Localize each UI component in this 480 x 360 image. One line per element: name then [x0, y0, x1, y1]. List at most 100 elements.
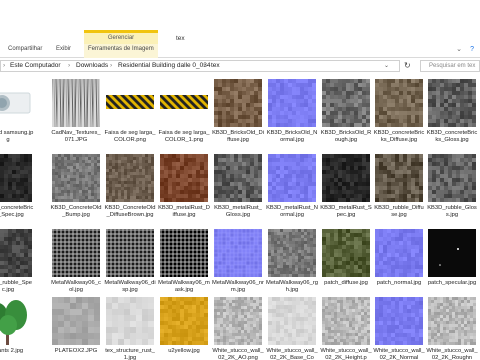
file-item[interactable]: KB3D_metalRust_Gloss.jpg — [212, 154, 264, 226]
file-item[interactable]: PLATEOX2.JPG — [50, 297, 102, 360]
file-thumbnail — [0, 79, 32, 127]
tab-ferramentas-de-imagem[interactable]: Ferramentas de Imagem — [88, 46, 154, 52]
file-item[interactable]: KB3D_BricksOld_Diffuse.jpg — [212, 79, 264, 151]
file-item[interactable]: MetalWalkway06_nrm.jpg — [212, 229, 264, 301]
refresh-icon[interactable]: ↻ — [404, 61, 411, 70]
breadcrumb-tex[interactable]: tex — [211, 62, 220, 69]
file-name: Faixa de seg larga_COLOR_1.png — [158, 130, 210, 143]
file-item[interactable]: Plants 2.jpg — [0, 297, 34, 360]
file-item[interactable]: MetalWalkway06_disp.jpg — [104, 229, 156, 301]
title-bar — [0, 0, 480, 44]
file-thumbnail — [0, 154, 32, 202]
file-item[interactable]: KB3D_rubble_Spec.jpg — [0, 229, 34, 301]
file-name: KB3D_concreteBricks_Gloss.jpg — [426, 130, 478, 143]
chevron-down-icon[interactable]: ⌄ — [456, 45, 462, 53]
tab-gerenciar-label[interactable]: Gerenciar — [84, 35, 158, 41]
ribbon-tab-bar — [0, 44, 480, 58]
address-dropdown-icon[interactable]: ⌄ — [384, 62, 389, 69]
file-thumbnail — [428, 297, 476, 345]
file-item[interactable]: CadNav_Textures_071.JPG — [50, 79, 102, 151]
file-item[interactable]: KB3D_metalRust_Spec.jpg — [320, 154, 372, 226]
chevron-right-icon: › — [3, 62, 6, 69]
file-item[interactable]: White_stucco_wall_02_2K_AO.png — [212, 297, 264, 360]
file-item[interactable]: KB3D_ConcreteOld_DiffuseBrown.jpg — [104, 154, 156, 226]
file-thumbnail — [268, 297, 316, 345]
file-item[interactable]: patch_normal.jpg — [373, 229, 425, 301]
file-name: tex_structure_rust_1.jpg — [105, 348, 155, 360]
file-thumbnail — [268, 154, 316, 202]
file-name: KB3D_BricksOld_Diffuse.jpg — [212, 130, 264, 143]
file-name: KB3D_ConcreteOld_Bump.jpg — [50, 205, 102, 218]
file-thumbnail — [322, 154, 370, 202]
help-icon[interactable]: ? — [470, 46, 474, 53]
file-name: MetalWalkway06_col.jpg — [51, 280, 101, 293]
file-name: KB3D_rubble_Gloss.jpg — [427, 205, 477, 218]
file-item[interactable]: KB3D_concreteBricks_Diffuse.jpg — [373, 79, 425, 151]
window-title: tex — [176, 35, 185, 42]
file-thumbnail — [428, 154, 476, 202]
file-thumbnail — [214, 229, 262, 277]
file-item[interactable]: KB3D_metalRust_Normal.jpg — [266, 154, 318, 226]
file-name: u2yellow.jpg — [168, 348, 200, 354]
file-name: patch_normal.jpg — [376, 280, 422, 286]
file-thumbnail — [106, 154, 154, 202]
file-name: KB3D_rubble_Diffuse.jpg — [374, 205, 424, 218]
breadcrumb-downloads[interactable]: Downloads — [76, 62, 108, 69]
file-item[interactable]: KB3D_ConcreteOld_Bump.jpg — [50, 154, 102, 226]
file-thumbnail — [375, 79, 423, 127]
file-thumbnail — [268, 79, 316, 127]
file-name: MetalWalkway06_mask.jpg — [158, 280, 210, 293]
file-thumbnail — [52, 154, 100, 202]
file-thumbnail — [160, 79, 208, 127]
file-thumbnail — [0, 229, 32, 277]
file-name: White_stucco_wall_02_2K_Roughn — [426, 348, 478, 360]
file-name: White_stucco_wall_02_2K_AO.png — [212, 348, 264, 360]
file-item[interactable]: tex_structure_rust_1.jpg — [104, 297, 156, 360]
file-thumbnail — [160, 154, 208, 202]
file-item[interactable]: ar cond samsung.jpg — [0, 79, 34, 151]
file-item[interactable]: KB3D_concreteBricks_Spec.jpg — [0, 154, 34, 226]
file-thumbnail — [160, 297, 208, 345]
file-item[interactable]: patch_specular.jpg — [426, 229, 478, 301]
breadcrumb-residential-building[interactable]: Residential Building dalle 0_034 — [118, 62, 211, 69]
file-item[interactable]: MetalWalkway06_rgh.jpg — [266, 229, 318, 301]
file-name: KB3D_metalRust_Spec.jpg — [320, 205, 372, 218]
file-name: KB3D_metalRust_Diffuse.jpg — [158, 205, 210, 218]
file-thumbnail — [214, 297, 262, 345]
file-name: patch_diffuse.jpg — [324, 280, 368, 286]
file-thumbnail — [268, 229, 316, 277]
file-item[interactable]: u2yellow.jpg — [158, 297, 210, 360]
breadcrumb-este-computador[interactable]: Este Computador — [10, 62, 61, 69]
search-input[interactable]: Pesquisar em tex — [420, 60, 480, 72]
file-name: White_stucco_wall_02_2K_Height.p — [320, 348, 372, 360]
file-name: PLATEOX2.JPG — [54, 348, 98, 354]
file-thumbnail — [52, 229, 100, 277]
file-item[interactable]: Faixa de seg larga_COLOR.png — [104, 79, 156, 151]
chevron-right-icon: › — [203, 62, 206, 69]
file-item[interactable]: White_stucco_wall_02_2K_Normal — [373, 297, 425, 360]
file-name: MetalWalkway06_disp.jpg — [104, 280, 156, 293]
file-item[interactable]: KB3D_metalRust_Diffuse.jpg — [158, 154, 210, 226]
file-item[interactable]: KB3D_BricksOld_Normal.jpg — [266, 79, 318, 151]
file-item[interactable]: White_stucco_wall_02_2K_Height.p — [320, 297, 372, 360]
file-name: KB3D_rubble_Spec.jpg — [0, 280, 33, 293]
file-item[interactable]: White_stucco_wall_02_2K_Roughn — [426, 297, 478, 360]
file-grid: ar cond samsung.jpg CadNav_Textures_071.J… — [0, 76, 480, 360]
chevron-right-icon: › — [68, 62, 71, 69]
file-item[interactable]: KB3D_concreteBricks_Gloss.jpg — [426, 79, 478, 151]
tab-compartilhar[interactable]: Compartilhar — [8, 46, 42, 52]
tab-exibir[interactable]: Exibir — [56, 46, 71, 52]
file-thumbnail — [0, 297, 32, 345]
file-item[interactable]: KB3D_BricksOld_Rough.jpg — [320, 79, 372, 151]
file-item[interactable]: MetalWalkway06_col.jpg — [50, 229, 102, 301]
file-item[interactable]: Faixa de seg larga_COLOR_1.png — [158, 79, 210, 151]
file-item[interactable]: patch_diffuse.jpg — [320, 229, 372, 301]
file-thumbnail — [52, 79, 100, 127]
file-item[interactable]: MetalWalkway06_mask.jpg — [158, 229, 210, 301]
file-name: KB3D_BricksOld_Rough.jpg — [320, 130, 372, 143]
file-item[interactable]: White_stucco_wall_02_2K_Base_Co — [266, 297, 318, 360]
file-thumbnail — [375, 297, 423, 345]
file-item[interactable]: KB3D_rubble_Gloss.jpg — [426, 154, 478, 226]
file-item[interactable]: KB3D_rubble_Diffuse.jpg — [373, 154, 425, 226]
file-thumbnail — [214, 79, 262, 127]
